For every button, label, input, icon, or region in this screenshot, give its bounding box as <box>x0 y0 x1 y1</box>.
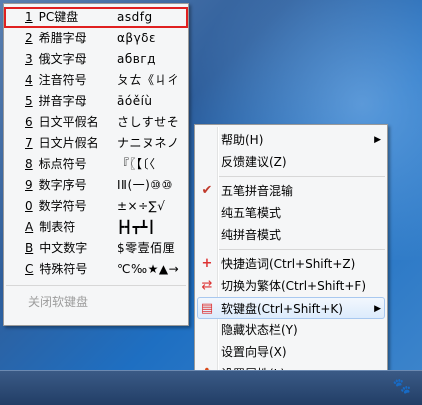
taskbar <box>0 370 422 405</box>
context-menu-label: 软键盘(Ctrl+Shift+K) <box>221 302 343 316</box>
plus-icon: + <box>201 256 213 271</box>
context-menu-item[interactable]: 纯拼音模式 <box>195 224 387 246</box>
shortcut-key: 6 <box>25 115 33 129</box>
keyboard-layout-label: 注音符号 <box>38 73 87 87</box>
context-menu-item[interactable]: + 快捷造词(Ctrl+Shift+Z) <box>195 253 387 275</box>
shortcut-key: B <box>25 241 34 255</box>
keyboard-layout-sample: $零壹佰厘 <box>117 241 176 255</box>
context-menu-item[interactable]: 帮助(H) ▶ <box>195 129 387 151</box>
context-menu-item[interactable]: ⇄ 切换为繁体(Ctrl+Shift+F) <box>195 275 387 297</box>
context-menu-label: 五笔拼音混输 <box>221 184 294 198</box>
soft-keyboard-item[interactable]: B 中文数字 $零壹佰厘 <box>4 238 188 259</box>
soft-keyboard-item[interactable]: 6 日文平假名 さしすせそ <box>4 112 188 133</box>
shortcut-key: A <box>25 220 34 234</box>
context-menu-label: 帮助(H) <box>221 133 264 147</box>
keyboard-layout-sample: ㄆㄊ《ㄐㄔ <box>117 73 180 87</box>
soft-keyboard-item[interactable]: 3 俄文字母 абвгд <box>4 49 188 70</box>
keyboard-layout-sample: ⅠⅡ(一)⑩⑩ <box>117 178 173 192</box>
soft-keyboard-item[interactable]: 5 拼音字母 āóěíù <box>4 91 188 112</box>
keyboard-layout-label: 标点符号 <box>38 157 87 171</box>
keyboard-layout-sample: ┣┫┳┻┃ <box>117 220 156 234</box>
keyboard-icon: ▤ <box>200 301 214 316</box>
keyboard-layout-label: 中文数字 <box>39 241 88 255</box>
keyboard-layout-sample: asdfg <box>117 10 153 24</box>
submenu-arrow-icon: ▶ <box>374 304 381 314</box>
keyboard-layout-sample: αβγδε <box>117 31 156 45</box>
keyboard-layout-label: 制表符 <box>39 220 76 234</box>
menu-separator <box>6 285 186 286</box>
keyboard-layout-label: 俄文字母 <box>38 52 87 66</box>
keyboard-layout-sample: āóěíù <box>117 94 153 108</box>
shortcut-key: 1 <box>25 10 33 24</box>
menu-separator <box>219 249 385 250</box>
shortcut-key: 5 <box>25 94 33 108</box>
keyboard-layout-label: 拼音字母 <box>38 94 87 108</box>
convert-icon: ⇄ <box>201 278 213 293</box>
soft-keyboard-item[interactable]: 0 数学符号 ±×÷∑√ <box>4 196 188 217</box>
shortcut-key: C <box>25 262 34 276</box>
context-menu-label: 切换为繁体(Ctrl+Shift+F) <box>221 279 367 293</box>
soft-keyboard-item[interactable]: 7 日文片假名 ナニヌネノ <box>4 133 188 154</box>
keyboard-layout-label: 希腊字母 <box>38 31 87 45</box>
keyboard-layout-sample: ナニヌネノ <box>117 136 180 150</box>
context-menu-label: 反馈建议(Z) <box>221 155 287 169</box>
context-menu-label: 快捷造词(Ctrl+Shift+Z) <box>221 257 356 271</box>
keyboard-layout-label: 数字序号 <box>38 178 87 192</box>
shortcut-key: 8 <box>25 157 33 171</box>
keyboard-layout-sample: ±×÷∑√ <box>117 199 166 213</box>
soft-keyboard-item[interactable]: 8 标点符号 『〖【〔〈 <box>4 154 188 175</box>
paw-icon[interactable]: 🐾 <box>392 376 412 396</box>
context-menu-item[interactable]: ✔ 五笔拼音混输 <box>195 180 387 202</box>
check-icon: ✔ <box>201 183 213 198</box>
keyboard-layout-sample: ℃‰★▲→ <box>117 262 180 276</box>
keyboard-layout-label: 日文片假名 <box>38 136 99 150</box>
keyboard-layout-label: 日文平假名 <box>38 115 99 129</box>
keyboard-layout-label: 特殊符号 <box>39 262 88 276</box>
context-menu-label: 隐藏状态栏(Y) <box>221 323 298 337</box>
soft-keyboard-item[interactable]: 9 数字序号 ⅠⅡ(一)⑩⑩ <box>4 175 188 196</box>
shortcut-key: 2 <box>25 31 33 45</box>
keyboard-layout-sample: さしすせそ <box>117 115 180 129</box>
keyboard-layout-sample: абвгд <box>117 52 156 66</box>
context-menu-item[interactable]: ▤ 软键盘(Ctrl+Shift+K) ▶ <box>197 297 385 319</box>
soft-keyboard-item[interactable]: 1 PC键盘 asdfg <box>4 7 188 28</box>
context-menu-item[interactable]: 隐藏状态栏(Y) <box>195 319 387 341</box>
shortcut-key: 9 <box>25 178 33 192</box>
menu-separator <box>219 176 385 177</box>
keyboard-layout-label: 数学符号 <box>38 199 87 213</box>
soft-keyboard-item[interactable]: 4 注音符号 ㄆㄊ《ㄐㄔ <box>4 70 188 91</box>
soft-keyboard-item[interactable]: C 特殊符号 ℃‰★▲→ <box>4 259 188 280</box>
context-menu-item[interactable]: 纯五笔模式 <box>195 202 387 224</box>
context-menu-item[interactable]: 设置向导(X) <box>195 341 387 363</box>
shortcut-key: 4 <box>25 73 33 87</box>
submenu-arrow-icon: ▶ <box>374 135 381 145</box>
close-soft-keyboard-item[interactable]: 关闭软键盘 <box>4 291 188 313</box>
keyboard-layout-label: PC键盘 <box>38 10 79 24</box>
shortcut-key: 0 <box>25 199 33 213</box>
keyboard-layout-sample: 『〖【〔〈 <box>117 157 156 171</box>
context-menu-label: 纯五笔模式 <box>221 206 282 220</box>
soft-keyboard-item[interactable]: A 制表符 ┣┫┳┻┃ <box>4 217 188 238</box>
shortcut-key: 7 <box>25 136 33 150</box>
context-menu-label: 纯拼音模式 <box>221 228 282 242</box>
context-menu-item[interactable]: 反馈建议(Z) <box>195 151 387 173</box>
ime-context-menu: 帮助(H) ▶ 反馈建议(Z) ✔ 五笔拼音混输 纯五笔模式纯拼音模式 + 快捷造词(Ctrl… <box>194 124 388 390</box>
context-menu-label: 设置向导(X) <box>221 345 287 359</box>
soft-keyboard-item[interactable]: 2 希腊字母 αβγδε <box>4 28 188 49</box>
soft-keyboard-menu: 1 PC键盘 asdfg 2 希腊字母 αβγδε 3 俄文字母 абвгд 4 注音符号 ㄆㄊ《ㄐㄔ… <box>3 3 189 326</box>
shortcut-key: 3 <box>25 52 33 66</box>
